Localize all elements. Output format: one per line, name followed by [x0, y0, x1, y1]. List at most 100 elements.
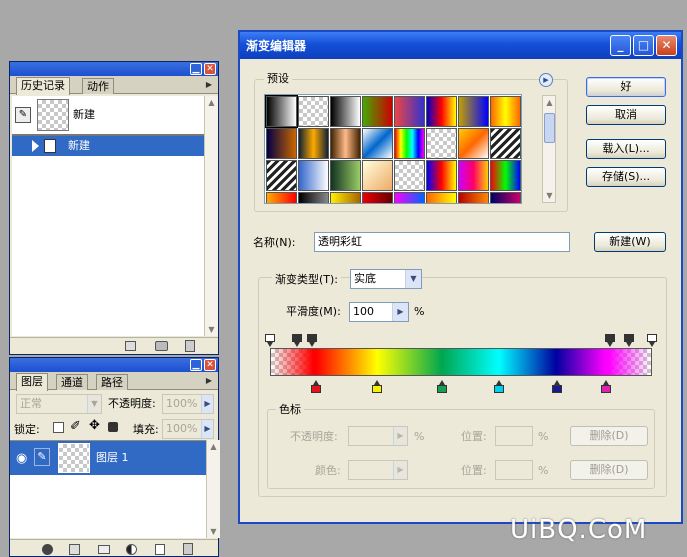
history-snapshot-row[interactable]: ✎ 新建 — [12, 96, 204, 134]
load-button[interactable]: 载入(L)... — [586, 139, 666, 159]
smoothness-input[interactable]: 100 ▶ — [349, 302, 409, 322]
preset-swatch[interactable] — [394, 160, 425, 191]
new-layer-icon[interactable] — [155, 544, 165, 555]
preset-swatch[interactable] — [298, 96, 329, 127]
color-stop[interactable] — [494, 380, 505, 393]
scroll-down-icon[interactable]: ▼ — [207, 525, 220, 538]
minimize-icon[interactable]: _ — [610, 35, 631, 56]
preset-swatch[interactable] — [426, 128, 457, 159]
gradient-type-select[interactable]: 实底 ▼ — [350, 269, 422, 289]
chevron-down-icon[interactable]: ▼ — [87, 395, 101, 413]
color-stop[interactable] — [551, 380, 562, 393]
stop-opacity-location-input[interactable] — [495, 426, 533, 446]
scroll-up-icon[interactable]: ▲ — [205, 96, 218, 109]
cancel-button[interactable]: 取消 — [586, 105, 666, 125]
stop-opacity-arrow-icon[interactable]: ▶ — [393, 427, 407, 445]
layer-row[interactable]: ◉ ✎ 图层 1 — [10, 441, 206, 475]
panel-menu-icon[interactable]: ▶ — [204, 80, 214, 90]
delete-opacity-stop-button[interactable]: 删除(D) — [570, 426, 648, 446]
eye-icon[interactable]: ◉ — [16, 451, 27, 466]
preset-swatch[interactable] — [490, 192, 521, 203]
close-icon[interactable]: ✕ — [204, 359, 216, 371]
tab-channels[interactable]: 通道 — [56, 374, 88, 390]
lock-transparency-icon[interactable] — [53, 422, 64, 433]
preset-swatch[interactable] — [362, 192, 393, 203]
minimize-icon[interactable]: ▁ — [190, 359, 202, 371]
name-input[interactable]: 透明彩虹 — [314, 232, 570, 252]
preset-swatch[interactable] — [330, 96, 361, 127]
close-icon[interactable]: ✕ — [656, 35, 677, 56]
layers-panel-titlebar[interactable]: ▁ ✕ — [10, 358, 218, 372]
blend-mode-select[interactable]: 正常 ▼ — [16, 394, 102, 414]
new-button[interactable]: 新建(W) — [594, 232, 666, 252]
stop-color-swatch[interactable]: ▶ — [348, 460, 408, 480]
lock-move-icon[interactable]: ✥ — [89, 418, 100, 433]
preset-swatch[interactable] — [362, 96, 393, 127]
stop-opacity-input[interactable]: ▶ — [348, 426, 408, 446]
close-icon[interactable]: ✕ — [204, 63, 216, 75]
preset-swatch[interactable] — [266, 192, 297, 203]
opacity-field[interactable]: 100% ▶ — [162, 394, 214, 414]
tab-paths[interactable]: 路径 — [96, 374, 128, 390]
preset-swatch[interactable] — [298, 192, 329, 203]
preset-swatch[interactable] — [490, 160, 521, 191]
scroll-down-icon[interactable]: ▼ — [205, 323, 218, 336]
ok-button[interactable]: 好 — [586, 77, 666, 97]
presets-menu-icon[interactable]: ▶ — [539, 73, 553, 87]
folder-icon[interactable] — [98, 545, 110, 554]
lock-paint-icon[interactable]: ✐ — [70, 419, 81, 434]
color-stop[interactable] — [371, 380, 382, 393]
preset-swatch[interactable] — [265, 95, 298, 128]
preset-swatch[interactable] — [362, 160, 393, 191]
tab-history[interactable]: 历史记录 — [16, 77, 70, 95]
preset-swatch[interactable] — [458, 192, 489, 203]
trash-icon[interactable] — [183, 543, 193, 555]
adjustment-icon[interactable] — [126, 544, 137, 555]
opacity-stop[interactable] — [604, 334, 615, 347]
preset-swatch[interactable] — [362, 128, 393, 159]
preset-swatch[interactable] — [298, 128, 329, 159]
preset-swatch[interactable] — [490, 128, 521, 159]
preset-swatch[interactable] — [266, 128, 297, 159]
chevron-down-icon[interactable]: ▼ — [405, 270, 421, 288]
preset-swatch[interactable] — [394, 192, 425, 203]
opacity-stop[interactable] — [265, 334, 275, 347]
history-state-row[interactable]: 新建 — [12, 136, 204, 156]
smoothness-arrow-icon[interactable]: ▶ — [392, 303, 408, 321]
tab-actions[interactable]: 动作 — [82, 78, 114, 94]
color-stop[interactable] — [310, 380, 321, 393]
camera-icon[interactable] — [155, 341, 168, 351]
color-arrow-icon[interactable]: ▶ — [393, 461, 407, 479]
dialog-titlebar[interactable]: 渐变编辑器 _ □ ✕ — [240, 32, 681, 59]
preset-swatch[interactable] — [266, 160, 297, 191]
preset-swatch[interactable] — [426, 96, 457, 127]
opacity-stop[interactable] — [291, 334, 302, 347]
tab-layers[interactable]: 图层 — [16, 373, 48, 391]
brush-icon[interactable]: ✎ — [34, 448, 50, 466]
history-panel-titlebar[interactable]: ▁ ✕ — [10, 62, 218, 76]
maximize-icon[interactable]: □ — [633, 35, 654, 56]
preset-swatch[interactable] — [298, 160, 329, 191]
preset-swatch[interactable] — [426, 192, 457, 203]
scroll-thumb[interactable] — [544, 113, 555, 143]
preset-swatch[interactable] — [458, 128, 489, 159]
preset-swatch[interactable] — [330, 192, 361, 203]
stop-color-location-input[interactable] — [495, 460, 533, 480]
layer-mask-icon[interactable] — [69, 544, 80, 555]
scroll-up-icon[interactable]: ▲ — [543, 96, 556, 109]
opacity-arrow-icon[interactable]: ▶ — [201, 395, 213, 413]
scroll-up-icon[interactable]: ▲ — [207, 440, 220, 453]
minimize-icon[interactable]: ▁ — [190, 63, 202, 75]
preset-swatch[interactable] — [458, 160, 489, 191]
opacity-stop[interactable] — [624, 334, 635, 347]
link-icon[interactable] — [42, 544, 53, 555]
layers-scrollbar[interactable]: ▲ ▼ — [206, 440, 220, 538]
preset-swatch[interactable] — [330, 160, 361, 191]
presets-scrollbar[interactable]: ▲ ▼ — [542, 95, 556, 203]
save-button[interactable]: 存储(S)... — [586, 167, 666, 187]
preset-swatch[interactable] — [394, 96, 425, 127]
preset-swatch[interactable] — [330, 128, 361, 159]
delete-color-stop-button[interactable]: 删除(D) — [570, 460, 648, 480]
scroll-down-icon[interactable]: ▼ — [543, 189, 556, 202]
preset-swatch[interactable] — [458, 96, 489, 127]
